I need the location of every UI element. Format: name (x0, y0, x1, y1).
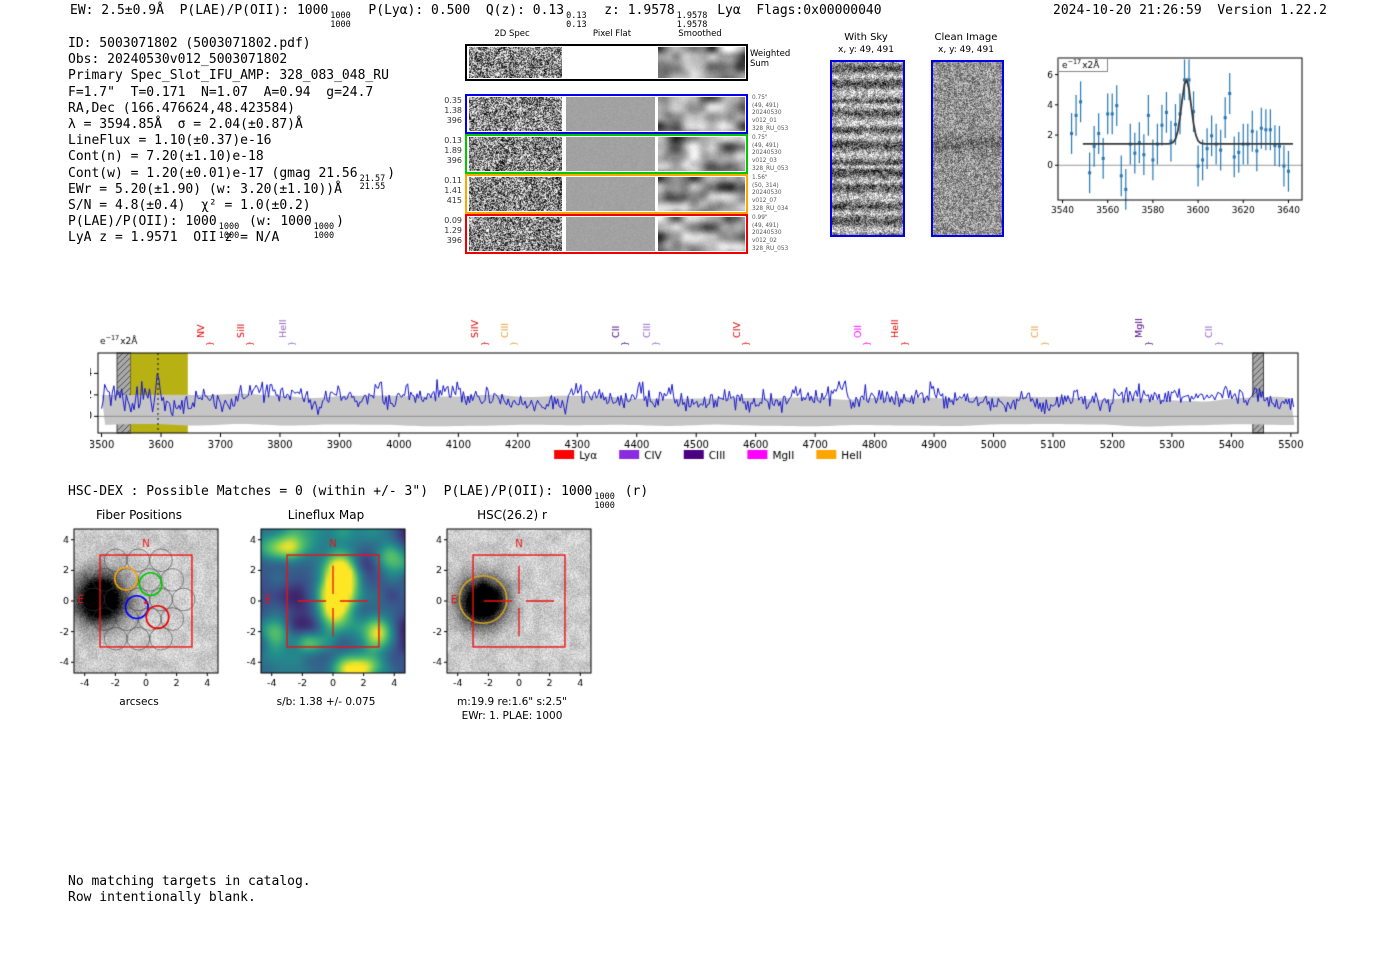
sky-panel-title: With Sky (844, 32, 888, 43)
hsc-dex-line: HSC-DEX : Possible Matches = 0 (within +… (68, 484, 648, 511)
sky-panel-coords: x, y: 49, 491 (938, 45, 994, 55)
full-spectrum-chart (90, 296, 1310, 468)
sky-panel-image-fine (931, 60, 1004, 237)
footer-note-2: Row intentionally blank. (68, 890, 256, 905)
sky-panel-image-banded (830, 60, 905, 237)
sky-panel-coords: x, y: 49, 491 (838, 45, 894, 55)
lineflux-map-panel (231, 524, 421, 696)
text-segment: (r) (616, 484, 649, 499)
lineflux-map-caption: s/b: 1.38 +/- 0.075 (276, 696, 376, 708)
fiber-positions-caption: arcsecs (119, 696, 159, 708)
hsc-thumbnail-panel (417, 524, 607, 696)
fiber-positions-panel (44, 524, 234, 696)
footer-note-1: No matching targets in catalog. (68, 874, 311, 889)
lineflux-map-title: Lineflux Map (287, 508, 365, 522)
report-page: EW: 2.5±0.9Å P(LAE)/P(OII): 1000 1000 1000… (0, 0, 1400, 953)
line-fit-inset-chart (1036, 50, 1308, 234)
text-segment: HSC-DEX : Possible Matches = 0 (within +… (68, 484, 593, 499)
hsc-caption-line1: m:19.9 re:1.6" s:2.5" (457, 696, 567, 708)
fiber-positions-title: Fiber Positions (95, 508, 183, 522)
sky-panel-title: Clean Image (934, 32, 998, 43)
hsc-thumbnail-title: HSC(26.2) r (477, 508, 547, 522)
hsc-caption-line2: EWr: 1. PLAE: 1000 (461, 710, 563, 722)
